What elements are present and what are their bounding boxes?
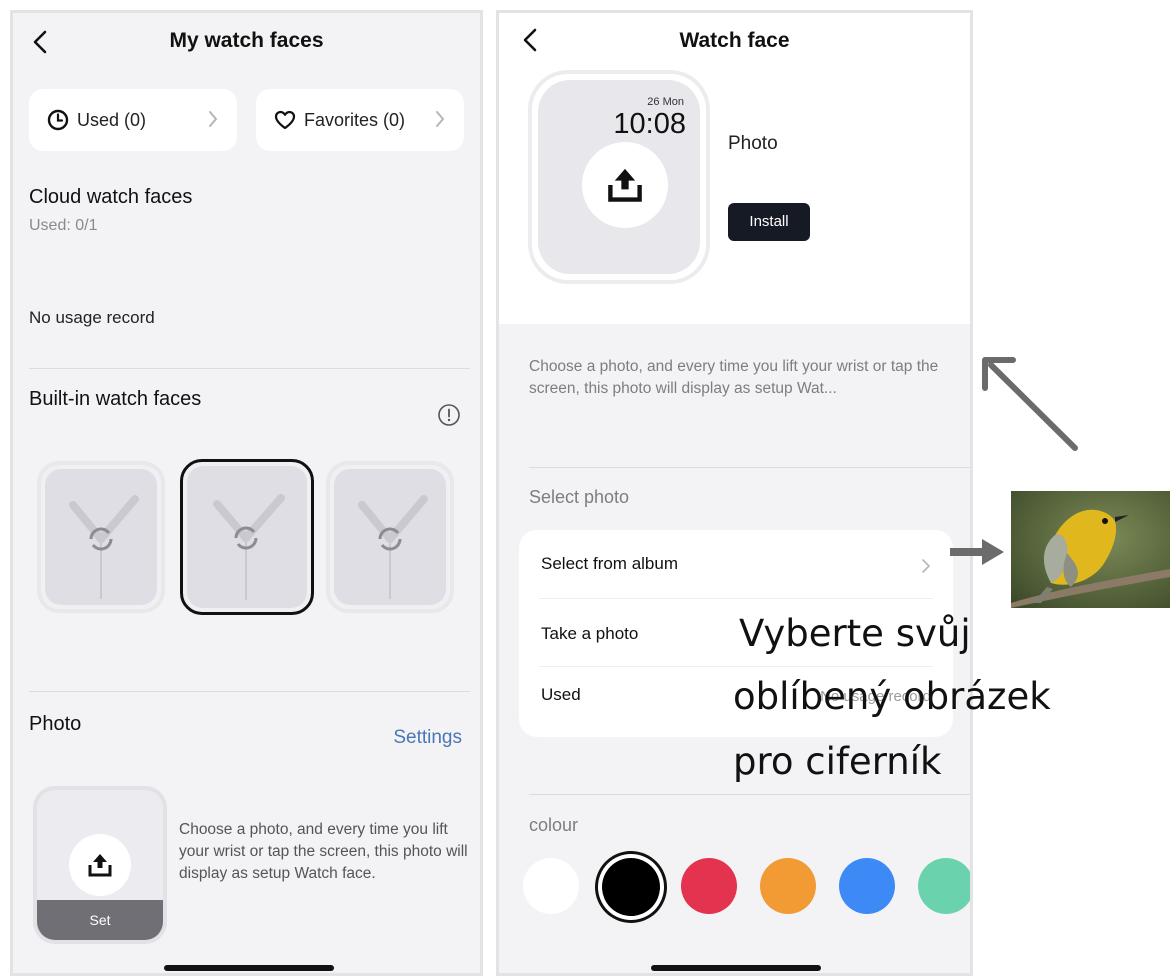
sync-icon xyxy=(69,495,139,599)
overlay-line-3: pro ciferník xyxy=(733,740,942,783)
colour-swatch[interactable] xyxy=(839,858,895,914)
divider xyxy=(529,794,970,795)
builtin-face-1[interactable] xyxy=(37,461,165,613)
divider xyxy=(529,467,970,468)
photo-watch-preview[interactable]: Set xyxy=(33,786,167,944)
heart-icon xyxy=(274,110,296,130)
cloud-watch-faces-title: Cloud watch faces xyxy=(29,186,193,208)
home-indicator xyxy=(651,965,821,971)
watch-screen: 26 Mon 10:08 xyxy=(538,80,700,274)
settings-link[interactable]: Settings xyxy=(393,727,462,749)
colour-swatch[interactable] xyxy=(523,858,579,914)
page-title: My watch faces xyxy=(169,29,324,52)
builtin-watch-faces-title: Built-in watch faces xyxy=(29,388,202,410)
colour-title: colour xyxy=(529,815,579,835)
favorites-chip[interactable]: Favorites (0) xyxy=(256,89,464,151)
bird-photo xyxy=(1011,491,1170,608)
watch-face-name: Photo xyxy=(728,133,778,154)
upload-button[interactable] xyxy=(582,142,668,228)
info-icon[interactable] xyxy=(437,403,461,427)
colour-swatch[interactable] xyxy=(760,858,816,914)
sync-icon xyxy=(358,495,428,599)
used-chip[interactable]: Used (0) xyxy=(29,89,237,151)
arrow-right-icon xyxy=(950,539,1004,565)
row-divider xyxy=(539,666,933,667)
my-watch-faces-screen: My watch faces Used (0) Favorites (0) Cl… xyxy=(10,10,483,976)
builtin-face-3[interactable] xyxy=(326,461,454,613)
used-option[interactable]: Used xyxy=(541,685,581,705)
builtin-face-screen xyxy=(334,469,446,605)
divider xyxy=(29,368,470,369)
upload-icon xyxy=(88,854,112,877)
watch-face-header-card: Watch face 26 Mon 10:08 Photo Install xyxy=(499,13,970,324)
builtin-face-screen xyxy=(187,466,307,608)
photo-description: Choose a photo, and every time you lift … xyxy=(179,821,468,882)
favorites-chip-label: Favorites (0) xyxy=(304,109,406,130)
photo-section-title: Photo xyxy=(29,713,82,735)
watch-face-preview: 26 Mon 10:08 xyxy=(528,70,710,284)
home-indicator xyxy=(164,965,334,971)
upload-icon xyxy=(608,168,642,202)
arrow-up-left-icon xyxy=(982,357,1078,451)
colour-swatch[interactable] xyxy=(602,858,660,916)
sync-icon xyxy=(213,494,285,600)
clock-icon xyxy=(47,109,69,131)
select-from-album-option[interactable]: Select from album xyxy=(541,554,678,574)
builtin-face-screen xyxy=(45,469,157,605)
chevron-right-icon xyxy=(436,111,445,127)
colour-swatch[interactable] xyxy=(918,858,970,914)
take-photo-option[interactable]: Take a photo xyxy=(541,624,638,644)
select-photo-title: Select photo xyxy=(529,487,630,507)
used-chip-label: Used (0) xyxy=(77,109,147,130)
page-title: Watch face xyxy=(679,29,790,52)
chevron-right-icon xyxy=(922,559,931,573)
divider xyxy=(29,691,470,692)
colour-swatch[interactable] xyxy=(681,858,737,914)
overlay-line-2: oblíbený obrázek xyxy=(733,675,1051,718)
row-divider xyxy=(539,598,933,599)
watch-face-detail-screen: Watch face 26 Mon 10:08 Photo Install Ch… xyxy=(496,10,973,976)
watch-time: 10:08 xyxy=(613,108,686,140)
builtin-face-2-selected[interactable] xyxy=(180,459,314,615)
no-usage-record: No usage record xyxy=(29,308,155,327)
set-button[interactable]: Set xyxy=(37,900,163,940)
chevron-right-icon xyxy=(209,111,218,127)
watch-face-description: Choose a photo, and every time you lift … xyxy=(529,358,939,397)
overlay-line-1: Vyberte svůj xyxy=(739,612,971,655)
upload-button[interactable] xyxy=(69,834,131,896)
install-button[interactable]: Install xyxy=(728,203,810,241)
yellow-bird-image xyxy=(1011,491,1170,608)
watch-date: 26 Mon xyxy=(647,96,684,108)
cloud-used-count: Used: 0/1 xyxy=(29,217,98,234)
